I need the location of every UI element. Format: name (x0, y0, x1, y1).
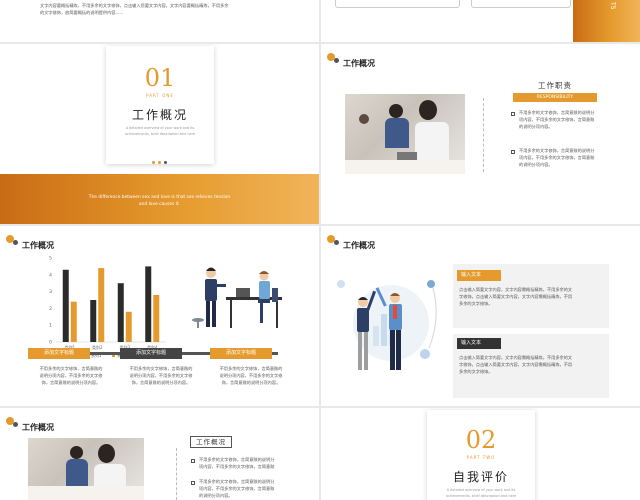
y-tick-label: 5 (49, 256, 52, 262)
slide-title: 工作概况 (343, 59, 375, 68)
text-box-1-title: 输入文本 (457, 270, 501, 281)
slide-responsibility[interactable]: 工作概况 工作职责 RESPONSIBILITY 不用多余的文字修饰，言简意赅的… (321, 44, 640, 224)
text-box-2-title: 输入文本 (457, 338, 501, 349)
quote-band: The difference between sex and love is t… (0, 174, 319, 224)
section-desc: A detailed overview of your work and its… (445, 488, 517, 498)
heading: 工作概况 (190, 436, 232, 448)
slide-overview-2[interactable]: 工作概况 工作概况 不用多余的文字修饰，言简意赅的说明分 项内容，不用多余的文字修… (0, 408, 319, 500)
text-box-1-body: 点击输入简要文字内容，文字内容需概括精炼，不用多余的文 字修饰，点击输入简要文字内… (459, 287, 573, 307)
x-tick-label: 类别2 (92, 344, 103, 350)
section-card: 02 PART TWO 自我评价 A detailed overview of … (427, 410, 535, 500)
title-dots-icon (327, 53, 343, 65)
bar-1-2 (90, 300, 97, 342)
divider (483, 98, 484, 172)
card-placeholder (335, 0, 460, 8)
card-placeholder (471, 0, 571, 8)
bullet-icon (191, 481, 195, 485)
section-desc: A detailed overview of your work and its… (124, 126, 196, 136)
pager-dots (152, 149, 167, 168)
section-part: PART ONE (146, 93, 174, 98)
bullet-icon (511, 112, 515, 116)
orange-panel (573, 0, 640, 42)
title-dots-icon (6, 235, 22, 247)
high-five-illustration (337, 280, 437, 370)
section-part: PART TWO (466, 455, 496, 460)
section-card: 01 PART ONE 工作概况 A detailed overview of … (106, 46, 214, 164)
section-title: 工作概况 (131, 108, 188, 122)
bullet-icon (511, 150, 515, 154)
section-number: 01 (144, 64, 176, 92)
slide-2[interactable]: T5 (321, 0, 640, 42)
text-box-2: 输入文本 点击输入简要文字内容，文字内容需概括精炼，不用多余的文 字修饰，点击输入… (453, 334, 609, 398)
label-tag-1: 添加文字标题 (28, 348, 90, 359)
responsibility-item-1: 不用多余的文字修饰，言简意赅的说明分 项内容，不用多余的文字修饰，言简意赅 的说… (519, 110, 595, 130)
y-tick-label: 3 (49, 289, 52, 295)
slide-title: 工作概况 (22, 423, 54, 432)
overview-item-1: 不用多余的文字修饰，言简意赅的说明分 项内容，不用多余的文字修饰，言简意赅 (199, 457, 275, 470)
divider (176, 448, 177, 500)
slide-1[interactable]: 文字内容要概括精炼，不用多余的文字修饰，点击输入您要文字内容，文字内容要概括精炼… (0, 0, 319, 42)
bar-2-4 (153, 294, 160, 342)
text-box-2-body: 点击输入简要文字内容，文字内容需概括精炼，不用多余的文 字修饰，点击输入简要文字内… (459, 355, 573, 375)
responsibility-item-2: 不用多余的文字修饰，言简意赅的说明分 项内容，不用多余的文字修饰，言简意赅 的说… (519, 148, 595, 168)
y-tick-label: 0 (49, 340, 52, 346)
label-desc-1: 不用多余的文字修饰，言简意赅的 说明分项内容，不用多余的文字修 饰，言简意赅的说明分… (39, 366, 103, 386)
label-desc-3: 不用多余的文字修饰，言简意赅的 说明分项内容，不用多余的文字修 饰，言简意赅的说明分… (219, 366, 283, 386)
overview-item-2: 不用多余的文字修饰，言简意赅的说明分 项内容，不用多余的文字修饰，言简意赅 的说明分… (199, 479, 275, 499)
section-number: 02 (465, 426, 497, 454)
slide-1-text: 文字内容要概括精炼，不用多余的文字修饰，点击输入您要文字内容，文字内容要概括精炼… (40, 3, 229, 16)
label-tag-3: 添加文字标题 (210, 348, 272, 359)
slide-title: 工作概况 (343, 241, 375, 250)
sub-heading: RESPONSIBILITY (513, 93, 597, 102)
slide-chart[interactable]: 工作概况 012345类别1类别2类别3类别4系列1系列2 添加文字标题 添加文… (0, 226, 319, 406)
slide-teamwork[interactable]: 工作概况 输入文本 点击输入简要文字内容，文字内容需概括精炼，不用多余的文 字修饰… (321, 226, 640, 406)
office-photo (28, 438, 144, 500)
side-label: T5 (609, 2, 616, 10)
bar-2-3 (125, 311, 132, 342)
title-dots-icon (327, 235, 343, 247)
slide-part-two[interactable]: 02 PART TWO 自我评价 A detailed overview of … (321, 408, 640, 500)
office-workers-illustration (192, 267, 282, 328)
bar-1-1 (62, 269, 69, 342)
slide-part-one[interactable]: 01 PART ONE 工作概况 A detailed overview of … (0, 44, 319, 224)
y-tick-label: 1 (49, 323, 52, 329)
y-tick-label: 2 (49, 306, 52, 312)
bar-1-3 (117, 283, 124, 342)
heading: 工作职责 (538, 81, 572, 90)
y-tick-label: 4 (49, 272, 52, 278)
label-tag-2: 添加文字标题 (120, 348, 182, 359)
bar-2-1 (70, 301, 77, 342)
text-box-1: 输入文本 点击输入简要文字内容，文字内容需概括精炼，不用多余的文 字修饰，点击输入… (453, 264, 609, 328)
bar-1-4 (145, 266, 152, 342)
title-dots-icon (6, 417, 22, 429)
office-photo (345, 94, 465, 174)
bar-2-2 (98, 268, 105, 342)
bullet-icon (191, 459, 195, 463)
section-title: 自我评价 (452, 470, 509, 484)
quote-text: The difference between sex and love is t… (88, 195, 231, 208)
label-desc-2: 不用多余的文字修饰，言简意赅的 说明分项内容，不用多余的文字修 饰，言简意赅的说明分… (129, 366, 193, 386)
